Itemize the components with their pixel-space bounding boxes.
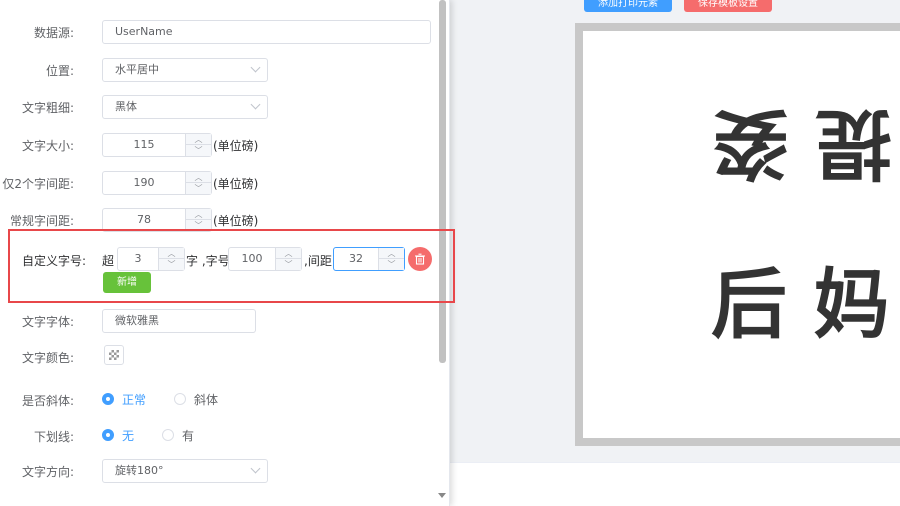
row-datasource: 数据源: UserName: [0, 20, 440, 44]
custom-mid2: ,间距: [304, 254, 332, 268]
trash-icon: [415, 253, 425, 265]
custom-spacing-stepper[interactable]: 32 ︿ ﹀: [333, 247, 405, 271]
custom-size-highlight: 自定义字号: 超 3 ︿ ﹀ 字 ,字号 100 ︿ ﹀ ,间距 32 ︿ ﹀ 新增: [8, 229, 455, 303]
row-weight: 文字粗细: 黑体: [0, 95, 440, 119]
label-italic: 是否斜体:: [21, 394, 74, 408]
label-two-char-spacing: 仅2个字间距:: [2, 177, 74, 191]
custom-mid1: 字 ,字号: [186, 254, 230, 268]
position-select[interactable]: 水平居中: [102, 58, 268, 82]
row-position: 位置: 水平居中: [0, 58, 440, 82]
weight-value: 黑体: [115, 100, 137, 113]
row-font: 文字字体: 微软雅黑: [0, 309, 440, 333]
scroll-down-icon[interactable]: [438, 493, 446, 498]
label-color: 文字颜色:: [21, 351, 74, 365]
radio-italic[interactable]: [174, 393, 186, 405]
label-size: 文字大小:: [21, 139, 74, 153]
chevron-down-icon: [250, 62, 261, 73]
custom-spacing-value: 32: [349, 252, 363, 265]
radio-normal-label[interactable]: 正常: [122, 391, 146, 408]
row-color: 文字颜色:: [0, 345, 440, 369]
decrement-icon[interactable]: ﹀: [276, 259, 301, 270]
font-input[interactable]: 微软雅黑: [102, 309, 256, 333]
increment-icon[interactable]: ︿: [186, 209, 211, 220]
radio-italic-label[interactable]: 斜体: [194, 391, 218, 408]
radio-normal[interactable]: [102, 393, 114, 405]
direction-value: 旋转180°: [115, 464, 164, 477]
custom-font-size-value: 100: [241, 252, 263, 265]
decrement-icon[interactable]: ﹀: [186, 145, 211, 156]
custom-count-stepper[interactable]: 3 ︿ ﹀: [117, 247, 185, 271]
increment-icon[interactable]: ︿: [379, 248, 404, 259]
label-position: 位置:: [45, 64, 74, 78]
radio-none-label[interactable]: 无: [122, 427, 134, 444]
size-unit: (单位磅): [213, 139, 259, 153]
radio-has[interactable]: [162, 429, 174, 441]
label-normal-spacing: 常规字间距:: [9, 214, 74, 228]
label-weight: 文字粗细:: [21, 101, 74, 115]
canvas-text-line1[interactable]: 提 姿: [713, 99, 891, 188]
normal-spacing-value: 78: [137, 213, 151, 226]
scrollbar[interactable]: [439, 0, 446, 363]
label-direction: 文字方向:: [21, 465, 74, 479]
print-canvas[interactable]: 提 姿 后 妈: [575, 23, 900, 446]
increment-icon[interactable]: ︿: [186, 172, 211, 183]
two-char-spacing-stepper[interactable]: 190 ︿ ﹀: [102, 171, 212, 195]
increment-icon[interactable]: ︿: [186, 134, 211, 145]
row-size: 文字大小: 115 ︿ ﹀ (单位磅): [0, 133, 440, 157]
custom-font-size-stepper[interactable]: 100 ︿ ﹀: [228, 247, 302, 271]
datasource-input[interactable]: UserName: [102, 20, 431, 44]
custom-prefix: 超: [102, 254, 115, 268]
row-underline: 下划线: 无 有: [0, 424, 440, 448]
row-direction: 文字方向: 旋转180°: [0, 459, 440, 483]
decrement-icon[interactable]: ﹀: [159, 259, 184, 270]
label-custom: 自定义字号:: [22, 254, 87, 268]
transparent-icon: [109, 350, 119, 360]
color-picker[interactable]: [104, 345, 124, 365]
add-print-element-button[interactable]: 添加打印元素: [584, 0, 672, 12]
canvas-text-line2[interactable]: 后 妈: [711, 267, 889, 343]
increment-icon[interactable]: ︿: [276, 248, 301, 259]
two-char-spacing-value: 190: [133, 176, 155, 189]
chevron-down-icon: [250, 99, 261, 110]
radio-has-label[interactable]: 有: [182, 427, 194, 444]
size-stepper[interactable]: 115 ︿ ﹀: [102, 133, 212, 157]
label-font: 文字字体:: [21, 315, 74, 329]
normal-spacing-unit: (单位磅): [213, 214, 259, 228]
label-underline: 下划线:: [33, 430, 74, 444]
increment-icon[interactable]: ︿: [159, 248, 184, 259]
weight-select[interactable]: 黑体: [102, 95, 268, 119]
save-template-button[interactable]: 保存模板设置: [684, 0, 772, 12]
radio-none[interactable]: [102, 429, 114, 441]
position-value: 水平居中: [115, 63, 159, 76]
two-char-spacing-unit: (单位磅): [213, 177, 259, 191]
decrement-icon[interactable]: ﹀: [379, 259, 404, 270]
chevron-down-icon: [250, 463, 261, 474]
size-value: 115: [133, 138, 155, 151]
custom-count-value: 3: [134, 252, 142, 265]
label-datasource: 数据源:: [33, 26, 74, 40]
bottom-bar: [450, 462, 900, 506]
direction-select[interactable]: 旋转180°: [102, 459, 268, 483]
decrement-icon[interactable]: ﹀: [186, 183, 211, 194]
row-italic: 是否斜体: 正常 斜体: [0, 388, 440, 412]
delete-button[interactable]: [408, 247, 432, 271]
row-two-char-spacing: 仅2个字间距: 190 ︿ ﹀ (单位磅): [0, 171, 440, 195]
add-button[interactable]: 新增: [103, 272, 151, 293]
